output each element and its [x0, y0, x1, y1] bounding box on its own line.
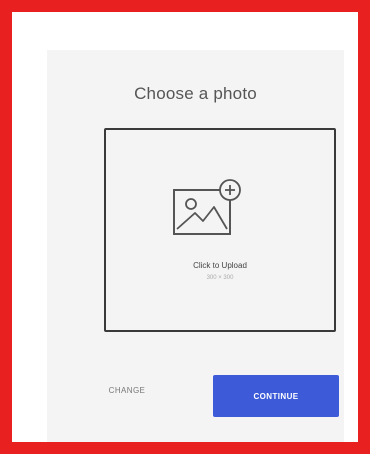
upload-dropzone[interactable]: Click to Upload 300 × 300 [104, 128, 336, 332]
upload-label: Click to Upload [193, 261, 247, 270]
photo-chooser-card: Choose a photo Click to Upload 300 × 300… [47, 50, 344, 442]
continue-button[interactable]: CONTINUE [213, 375, 339, 417]
highlight-frame: Choose a photo Click to Upload 300 × 300… [0, 0, 370, 454]
upload-size-hint: 300 × 300 [206, 275, 234, 281]
change-button[interactable]: CHANGE [97, 386, 157, 402]
image-add-icon [173, 179, 241, 235]
dialog-title: Choose a photo [134, 84, 257, 103]
